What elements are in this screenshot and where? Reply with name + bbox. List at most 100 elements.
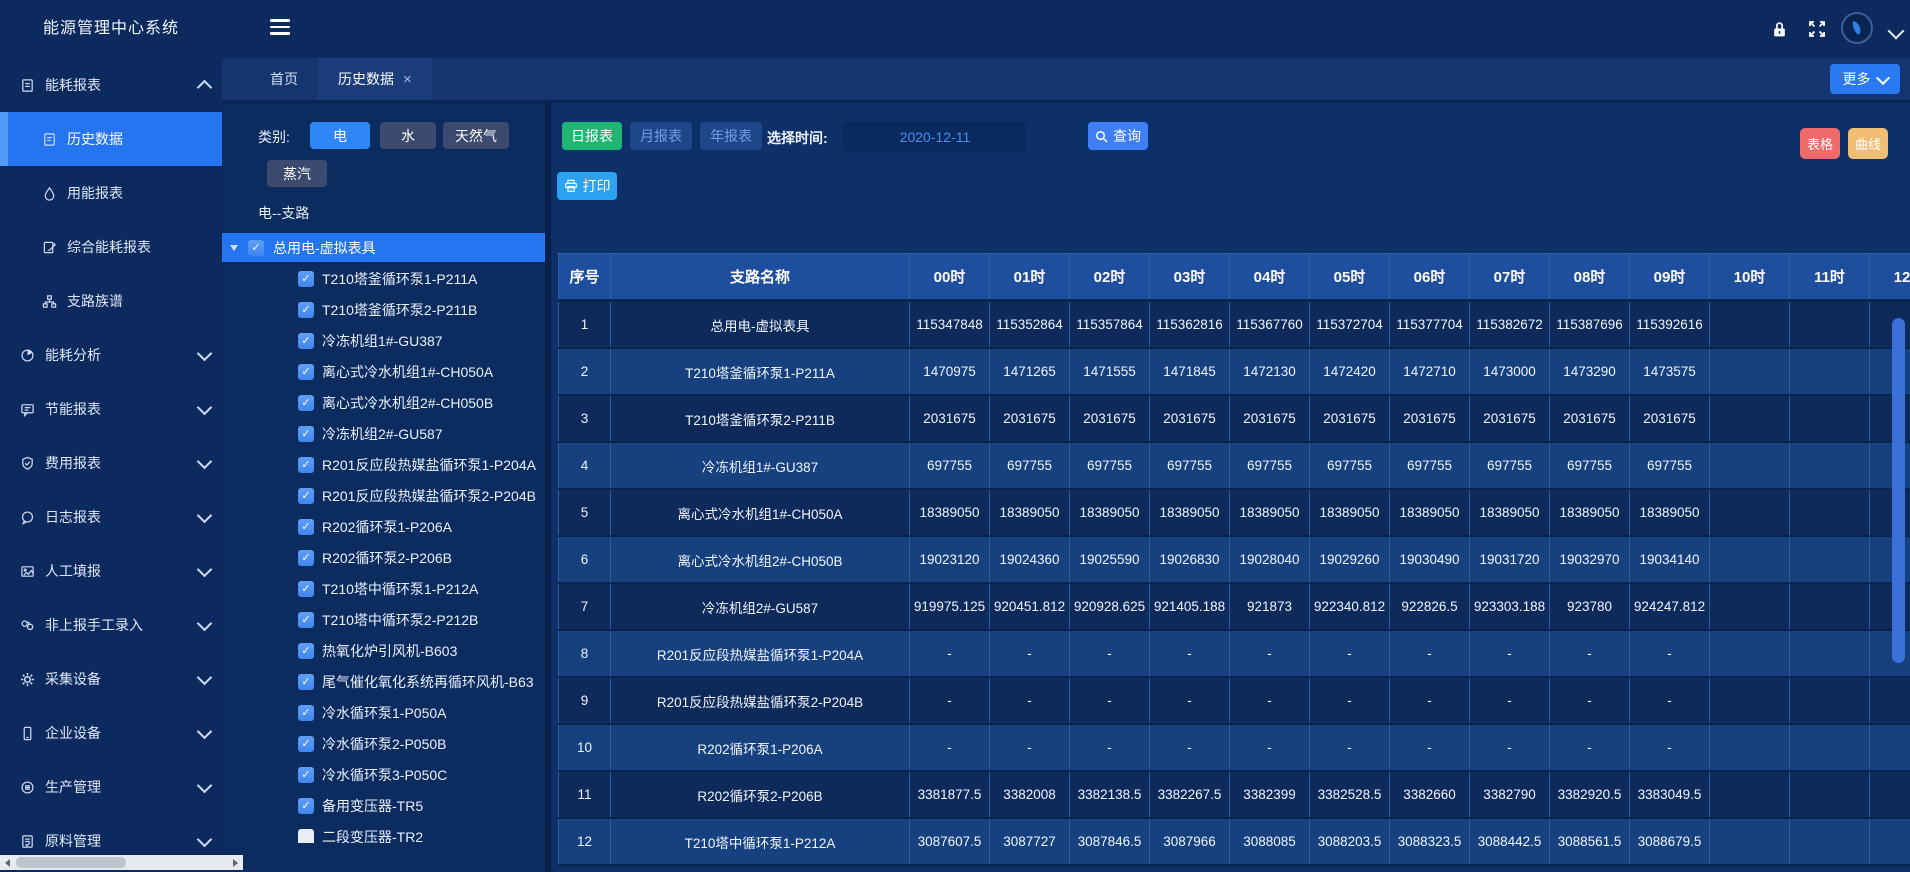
- user-menu-chevron-down-icon[interactable]: [1888, 23, 1905, 40]
- tree-item-checkbox[interactable]: ✓: [298, 705, 314, 721]
- category-button-3[interactable]: 蒸汽: [267, 160, 327, 187]
- scroll-left-arrow-icon[interactable]: [0, 855, 15, 870]
- tree-item-0[interactable]: ✓T210塔釜循环泵1-P211A: [222, 263, 545, 294]
- tree-item-checkbox[interactable]: ✓: [298, 364, 314, 380]
- tree-item-14[interactable]: ✓冷水循环泵1-P050A: [222, 697, 545, 728]
- tree-item-checkbox[interactable]: ✓: [298, 519, 314, 535]
- sidebar-item-13[interactable]: 生产管理: [0, 760, 222, 814]
- branch-name-cell: 离心式冷水机组1#-CH050A: [611, 489, 910, 536]
- tree-item-checkbox[interactable]: ✓: [298, 798, 314, 814]
- caret-down-icon[interactable]: [230, 245, 238, 251]
- tree-item-checkbox[interactable]: ✓: [298, 457, 314, 473]
- print-button[interactable]: 打印: [557, 172, 617, 200]
- tree-item-8[interactable]: ✓R202循环泵1-P206A: [222, 511, 545, 542]
- tree-item-7[interactable]: ✓R201反应段热媒盐循环泵2-P204B: [222, 480, 545, 511]
- value-cell: 3087846.5: [1070, 818, 1150, 865]
- tree-item-3[interactable]: ✓ 离心式冷水机组1#-CH050A: [222, 356, 545, 387]
- tree-item-label: 离心式冷水机组2#-CH050B: [322, 393, 493, 413]
- tree-item-checkbox[interactable]: ✓: [298, 767, 314, 783]
- vertical-scrollbar-thumb[interactable]: [1892, 318, 1905, 663]
- sidebar-item-7[interactable]: 费用报表: [0, 436, 222, 490]
- report-type-button-1[interactable]: 月报表: [630, 122, 692, 150]
- tree-item-18[interactable]: 二段变压器-TR2: [222, 821, 545, 843]
- tree-item-checkbox[interactable]: ✓: [298, 426, 314, 442]
- query-button[interactable]: 查询: [1088, 122, 1148, 150]
- sidebar-item-2[interactable]: 用能报表: [0, 166, 222, 220]
- category-button-2[interactable]: 天然气: [443, 122, 509, 149]
- tree-item-checkbox[interactable]: ✓: [298, 302, 314, 318]
- view-button-0[interactable]: 表格: [1800, 128, 1840, 159]
- tree-item-17[interactable]: ✓备用变压器-TR5: [222, 790, 545, 821]
- tree-item-checkbox[interactable]: ✓: [298, 488, 314, 504]
- row-index-cell: 7: [559, 583, 611, 630]
- sidebar-item-8[interactable]: 日志报表: [0, 490, 222, 544]
- tree-item-4[interactable]: ✓ 离心式冷水机组2#-CH050B: [222, 387, 545, 418]
- hamburger-menu-icon[interactable]: [270, 19, 290, 35]
- chevron-down-icon: [197, 723, 213, 739]
- more-button[interactable]: 更多: [1830, 64, 1900, 94]
- value-cell: 19024360: [990, 536, 1070, 583]
- chevron-down-icon: [197, 453, 213, 469]
- sidebar-item-12[interactable]: 企业设备: [0, 706, 222, 760]
- fullscreen-icon[interactable]: [1806, 17, 1828, 41]
- value-cell: 19031720: [1470, 536, 1550, 583]
- tab-1[interactable]: 历史数据×: [318, 58, 432, 100]
- sidebar-item-label: 生产管理: [45, 777, 101, 797]
- tree-item-checkbox[interactable]: [298, 829, 314, 844]
- value-cell: 3382528.5: [1310, 771, 1390, 818]
- sidebar-item-3[interactable]: 综合能耗报表: [0, 220, 222, 274]
- tree-item-11[interactable]: ✓T210塔中循环泵2-P212B: [222, 604, 545, 635]
- category-button-0[interactable]: 电: [310, 122, 370, 149]
- horizontal-scrollbar-thumb[interactable]: [16, 857, 126, 868]
- sidebar-item-1[interactable]: 历史数据: [0, 112, 222, 166]
- sidebar-item-9[interactable]: 人工填报: [0, 544, 222, 598]
- tree-item-13[interactable]: ✓尾气催化氧化系统再循环风机-B63: [222, 666, 545, 697]
- category-button-1[interactable]: 水: [380, 122, 436, 149]
- tree-root-checkbox[interactable]: ✓: [248, 240, 264, 256]
- value-cell: [1790, 677, 1870, 724]
- tree-item-16[interactable]: ✓冷水循环泵3-P050C: [222, 759, 545, 790]
- horizontal-scrollbar[interactable]: [0, 855, 243, 870]
- tree-item-12[interactable]: ✓热氧化炉引风机-B603: [222, 635, 545, 666]
- tree-item-9[interactable]: ✓R202循环泵2-P206B: [222, 542, 545, 573]
- value-cell: -: [1630, 724, 1710, 771]
- tree-item-1[interactable]: ✓T210塔釜循环泵2-P211B: [222, 294, 545, 325]
- lock-icon[interactable]: [1768, 17, 1790, 41]
- value-cell: -: [1230, 677, 1310, 724]
- tree-item-label: 离心式冷水机组1#-CH050A: [322, 362, 493, 382]
- tab-0[interactable]: 首页: [250, 58, 318, 100]
- tree-item-checkbox[interactable]: ✓: [298, 736, 314, 752]
- tree-item-6[interactable]: ✓R201反应段热媒盐循环泵1-P204A: [222, 449, 545, 480]
- user-avatar[interactable]: [1841, 12, 1873, 44]
- sidebar-item-4[interactable]: 支路族谱: [0, 274, 222, 328]
- view-button-1[interactable]: 曲线: [1848, 128, 1888, 159]
- sidebar-item-5[interactable]: 能耗分析: [0, 328, 222, 382]
- sidebar-item-11[interactable]: 采集设备: [0, 652, 222, 706]
- value-cell: 3088561.5: [1550, 818, 1630, 865]
- report-type-button-2[interactable]: 年报表: [700, 122, 762, 150]
- date-input[interactable]: [843, 122, 1027, 152]
- value-cell: -: [910, 724, 990, 771]
- scroll-right-arrow-icon[interactable]: [228, 855, 243, 870]
- tree-item-10[interactable]: ✓T210塔中循环泵1-P212A: [222, 573, 545, 604]
- sidebar-item-0[interactable]: 能耗报表: [0, 58, 222, 112]
- tree-item-checkbox[interactable]: ✓: [298, 333, 314, 349]
- tree-item-5[interactable]: ✓冷冻机组2#-GU587: [222, 418, 545, 449]
- value-cell: [1710, 395, 1790, 442]
- close-icon[interactable]: ×: [403, 72, 412, 87]
- tree-item-15[interactable]: ✓冷水循环泵2-P050B: [222, 728, 545, 759]
- sidebar-item-10[interactable]: 非上报手工录入: [0, 598, 222, 652]
- sidebar-item-6[interactable]: 节能报表: [0, 382, 222, 436]
- tree-item-checkbox[interactable]: ✓: [298, 550, 314, 566]
- tree-item-checkbox[interactable]: ✓: [298, 612, 314, 628]
- value-cell: -: [1070, 630, 1150, 677]
- tree-item-checkbox[interactable]: ✓: [298, 395, 314, 411]
- tree-item-2[interactable]: ✓冷冻机组1#-GU387: [222, 325, 545, 356]
- value-cell: 19026830: [1150, 536, 1230, 583]
- tree-item-checkbox[interactable]: ✓: [298, 581, 314, 597]
- report-type-button-0[interactable]: 日报表: [562, 122, 622, 150]
- tree-item-checkbox[interactable]: ✓: [298, 674, 314, 690]
- tree-root-node[interactable]: ✓ 总用电-虚拟表具: [222, 233, 545, 262]
- tree-item-checkbox[interactable]: ✓: [298, 643, 314, 659]
- tree-item-checkbox[interactable]: ✓: [298, 271, 314, 287]
